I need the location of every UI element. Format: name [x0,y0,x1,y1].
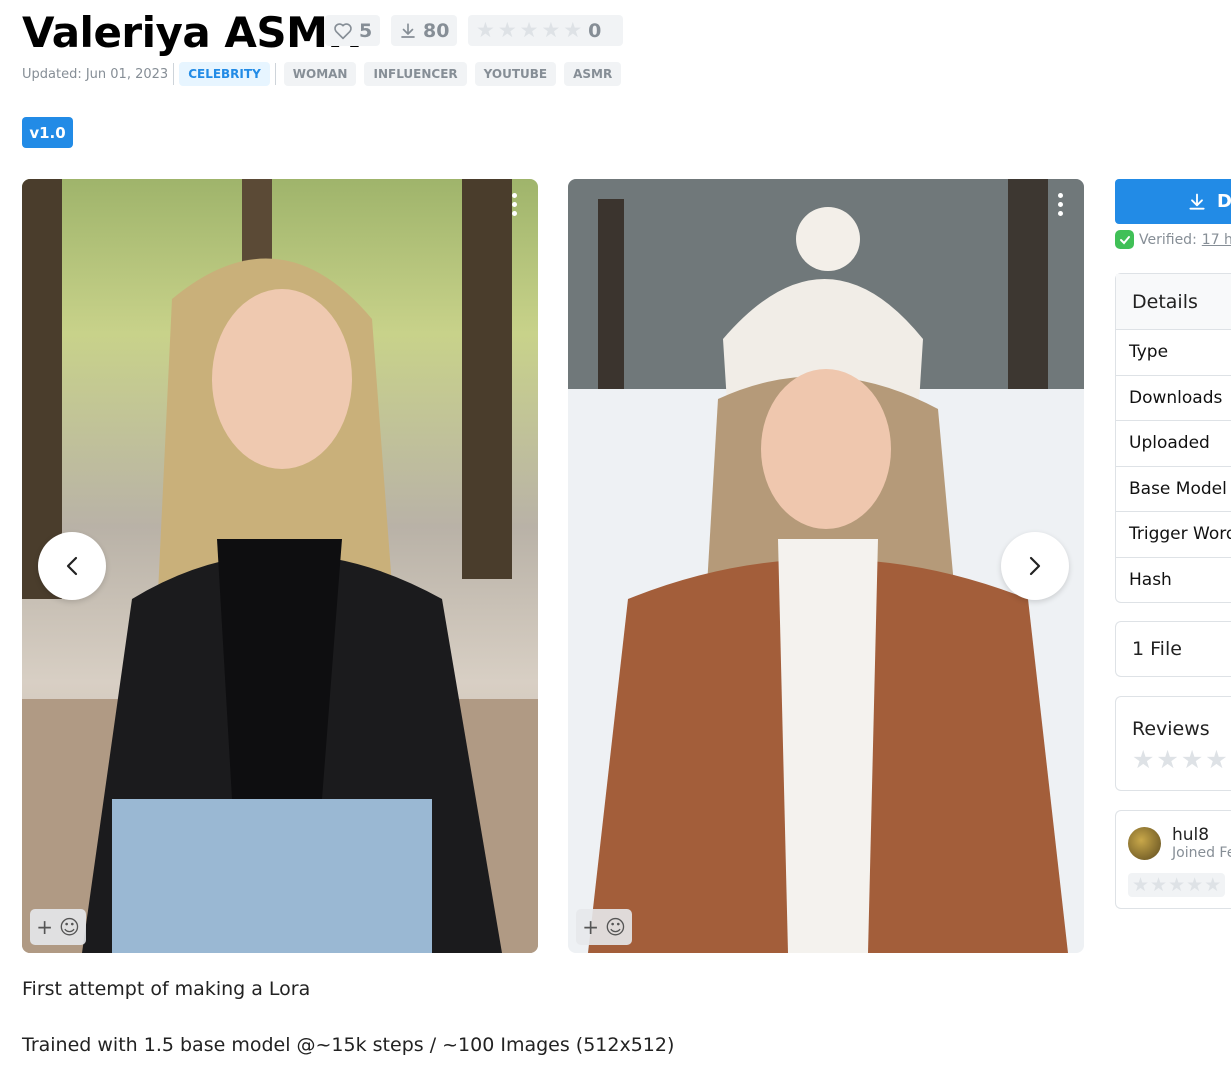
version-button[interactable]: v1.0 [22,117,73,148]
download-icon [1189,193,1205,210]
detail-row-trigger-words: Trigger Words [1116,512,1231,558]
detail-row-hash: Hash [1129,570,1172,591]
rating-badge[interactable]: ★ ★ ★ ★ ★ 0 [468,15,623,46]
creator-panel: hul8 Joined Fe ★ ★ ★ ★ ★ [1115,810,1231,909]
category-tag[interactable]: CELEBRITY [179,62,270,86]
star-icon: ★ [1132,745,1155,774]
divider [274,63,276,85]
detail-row-base-model: Base Model [1116,467,1231,512]
more-options-icon[interactable] [1050,189,1070,219]
add-reaction-button[interactable]: + ☺ [576,909,632,945]
verified-label: Verified: [1139,231,1197,248]
star-icon: ★ [519,18,539,42]
star-icon: ★ [1168,873,1186,896]
model-title: Valeriya ASMR [22,8,360,57]
tag-asmr[interactable]: ASMR [564,62,622,86]
star-icon: ★ [541,18,561,42]
star-icon: ★ [1156,745,1179,774]
download-icon [401,22,415,38]
add-reaction-button[interactable]: + ☺ [30,909,86,945]
star-icon: ★ [1132,873,1150,896]
plus-icon: + [36,915,53,939]
star-icon: ★ [1180,745,1204,774]
details-title[interactable]: Details [1116,274,1231,330]
shield-check-icon [1115,230,1134,249]
smile-icon: ☺ [604,915,626,939]
verified-time[interactable]: 17 ho [1202,232,1231,248]
files-panel[interactable]: 1 File [1115,621,1231,677]
tag-influencer[interactable]: INFLUENCER [364,62,467,86]
download-button[interactable]: D [1115,179,1231,224]
smile-icon: ☺ [58,915,80,939]
reviews-stars: ★ ★ ★ ★ ★ [1132,747,1231,772]
rating-count: 0 [588,19,602,42]
rating-stars: ★ ★ ★ ★ ★ [476,20,582,41]
star-icon: ★ [1186,873,1204,896]
likes-count: 5 [359,19,373,42]
download-label: D [1217,191,1231,212]
heart-icon [334,22,352,39]
star-icon: ★ [497,18,517,42]
meta-row: Updated: Jun 01, 2023 CELEBRITY WOMAN IN… [22,62,629,86]
downloads-count: 80 [423,19,450,42]
reviews-panel: Reviews 0 ★ ★ ★ ★ ★ [1115,696,1231,791]
more-options-icon[interactable] [504,189,524,219]
updated-date: Updated: Jun 01, 2023 [22,66,169,82]
creator-joined: Joined Fe [1172,845,1231,861]
avatar[interactable] [1128,827,1161,860]
chevron-left-icon [66,556,78,576]
creator-rating: ★ ★ ★ ★ ★ [1128,873,1226,897]
reviews-header: Reviews 0 [1132,718,1231,740]
divider [173,63,175,85]
creator-name[interactable]: hul8 [1172,825,1209,845]
carousel-prev-button[interactable] [38,532,106,600]
tag-woman[interactable]: WOMAN [283,62,357,86]
description-line-2: Trained with 1.5 base model @~15k steps … [22,1034,675,1056]
carousel-next-button[interactable] [1001,532,1069,600]
description-line-1: First attempt of making a Lora [22,978,311,1000]
verified-status: Verified: 17 ho [1115,230,1231,249]
chevron-right-icon [1029,556,1041,576]
star-icon: ★ [1150,873,1168,896]
detail-row-type: Type [1116,330,1231,376]
detail-row-uploaded: Uploaded [1116,421,1231,467]
star-icon: ★ [476,18,495,42]
files-label: 1 File [1132,638,1182,660]
downloads-badge: 80 [391,15,458,46]
tag-youtube[interactable]: YOUTUBE [474,62,557,86]
star-icon: ★ [1204,873,1222,896]
star-icon: ★ [1205,745,1228,774]
plus-icon: + [582,915,599,939]
details-panel: Details Type Downloads Uploaded Base Mod… [1115,273,1231,603]
reviews-label: Reviews [1132,718,1210,740]
detail-row-downloads: Downloads [1116,376,1231,421]
star-icon: ★ [563,18,583,42]
likes-badge[interactable]: 5 [325,15,381,46]
